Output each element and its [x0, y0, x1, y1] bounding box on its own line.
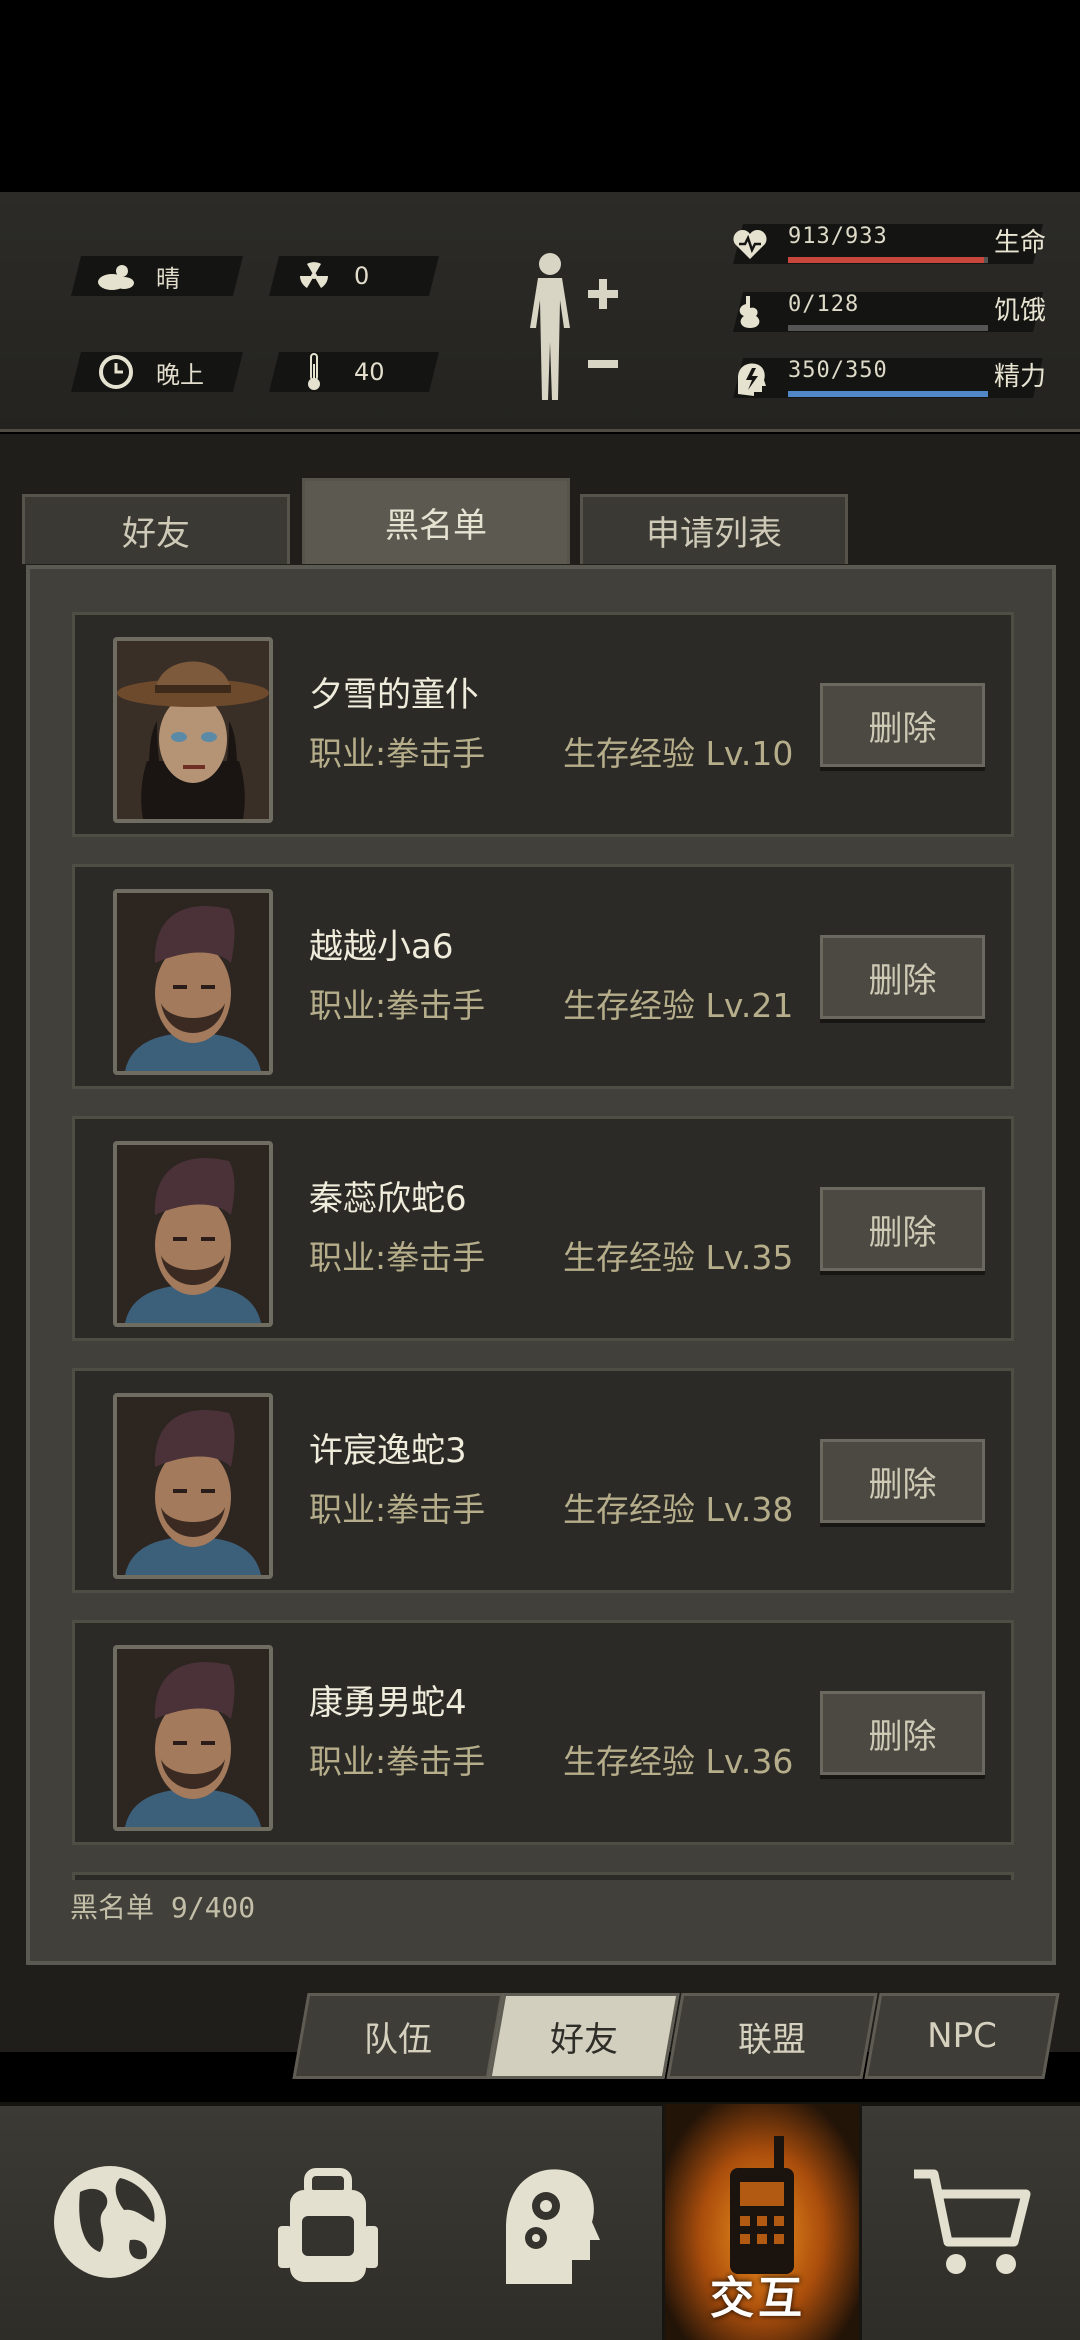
human-body-icon [530, 253, 618, 400]
stomach-icon [730, 292, 770, 332]
radiation-icon [292, 259, 336, 293]
list-item: 康勇男蛇4 职业:拳击手 生存经验 Lv.36 删除 [72, 1620, 1014, 1845]
player-exp: 生存经验 Lv.10 [563, 734, 794, 773]
backpack-icon [278, 2168, 378, 2282]
player-name: 夕雪的童仆 [309, 675, 479, 715]
player-name: 越越小a6 [309, 927, 454, 967]
subtab-friends-label: 好友 [550, 2019, 618, 2060]
nav-interact-label: 交互 [710, 2273, 806, 2324]
delete-button[interactable]: 删除 [820, 1187, 985, 1271]
radiation-pill: 0 [269, 256, 439, 296]
globe-icon [54, 2166, 166, 2278]
subtab-team-label: 队伍 [364, 2019, 432, 2060]
list-item [72, 1872, 1014, 1880]
delete-button[interactable]: 删除 [820, 1691, 985, 1775]
cloud-sun-icon [94, 259, 138, 293]
nav-backpack[interactable] [218, 2104, 438, 2340]
player-job: 职业:拳击手 [309, 1490, 486, 1529]
delete-button[interactable]: 删除 [820, 683, 985, 767]
social-subtabs: 队伍 好友 联盟 NPC [292, 1993, 1060, 2079]
tab-requests-label: 申请列表 [646, 514, 782, 554]
blacklist-list[interactable]: 夕雪的童仆 职业:拳击手 生存经验 Lv.10 删除 越越小a6 职业:拳击手 … [72, 612, 1014, 1880]
thermometer-icon [292, 353, 336, 390]
male-bearded-avatar[interactable] [113, 1645, 273, 1831]
tab-requests[interactable]: 申请列表 [580, 494, 848, 564]
delete-button[interactable]: 删除 [820, 1439, 985, 1523]
energy-label: 精力 [994, 362, 1047, 392]
tab-friends-label: 好友 [122, 514, 190, 554]
player-exp: 生存经验 Lv.36 [563, 1742, 794, 1781]
player-name: 秦蕊欣蛇6 [309, 1179, 467, 1219]
male-bearded-avatar[interactable] [113, 1141, 273, 1327]
subtab-friends[interactable]: 好友 [488, 1993, 680, 2079]
male-bearded-avatar[interactable] [113, 889, 273, 1075]
player-name: 康勇男蛇4 [309, 1683, 467, 1723]
player-exp: 生存经验 Lv.35 [563, 1238, 794, 1277]
subtab-alliance[interactable]: 联盟 [666, 1993, 878, 2079]
vital-health: 913/933 生命 [720, 220, 1060, 268]
subtab-team[interactable]: 队伍 [292, 1993, 504, 2079]
player-job: 职业:拳击手 [309, 1238, 486, 1277]
health-bar-fill [788, 257, 984, 263]
nav-world[interactable] [0, 2104, 220, 2340]
walkie-talkie-icon [730, 2136, 794, 2274]
weather-pill: 晴 [71, 256, 243, 296]
temperature-value: 40 [354, 358, 385, 386]
clock-icon [94, 355, 138, 389]
player-job: 职业:拳击手 [309, 1742, 486, 1781]
player-name: 许宸逸蛇3 [309, 1431, 467, 1471]
energy-bar-fill [788, 391, 988, 397]
player-exp: 生存经验 Lv.21 [563, 986, 794, 1025]
head-gears-icon [506, 2169, 600, 2284]
subtab-alliance-label: 联盟 [738, 2019, 806, 2060]
player-job: 职业:拳击手 [309, 986, 486, 1025]
vital-energy: 350/350 精力 [720, 354, 1060, 402]
body-status-button[interactable] [520, 250, 630, 410]
health-label: 生命 [994, 228, 1047, 258]
delete-button[interactable]: 删除 [820, 935, 985, 1019]
tab-blacklist-label: 黑名单 [385, 506, 487, 546]
hunger-label: 饥饿 [994, 296, 1047, 326]
heart-icon [730, 224, 770, 264]
hunger-value: 0/128 [788, 292, 860, 317]
subtab-npc[interactable]: NPC [864, 1993, 1060, 2079]
player-exp: 生存经验 Lv.38 [563, 1490, 794, 1529]
nav-shop[interactable] [866, 2104, 1080, 2340]
health-value: 913/933 [788, 224, 888, 249]
list-item: 秦蕊欣蛇6 职业:拳击手 生存经验 Lv.35 删除 [72, 1116, 1014, 1341]
energy-value: 350/350 [788, 358, 888, 383]
list-item: 许宸逸蛇3 职业:拳击手 生存经验 Lv.38 删除 [72, 1368, 1014, 1593]
list-item: 夕雪的童仆 职业:拳击手 生存经验 Lv.10 删除 [72, 612, 1014, 837]
nav-skills[interactable] [436, 2104, 656, 2340]
time-pill: 晚上 [71, 352, 243, 392]
time-label: 晚上 [156, 360, 204, 389]
subtab-npc-label: NPC [927, 2016, 997, 2056]
system-status-bar [0, 0, 1080, 192]
female-cowboy-hat-avatar[interactable] [113, 637, 273, 823]
temperature-pill: 40 [269, 352, 439, 392]
cart-icon [914, 2169, 1031, 2274]
list-item: 越越小a6 职业:拳击手 生存经验 Lv.21 删除 [72, 864, 1014, 1089]
tab-friends[interactable]: 好友 [22, 494, 290, 564]
energy-head-icon [730, 358, 770, 398]
weather-label: 晴 [156, 264, 180, 293]
vital-hunger: 0/128 饥饿 [720, 288, 1060, 336]
male-bearded-avatar[interactable] [113, 1393, 273, 1579]
player-job: 职业:拳击手 [309, 734, 486, 773]
blacklist-count: 黑名单 9/400 [70, 1891, 256, 1924]
tab-blacklist[interactable]: 黑名单 [302, 478, 570, 564]
radiation-value: 0 [354, 262, 370, 290]
